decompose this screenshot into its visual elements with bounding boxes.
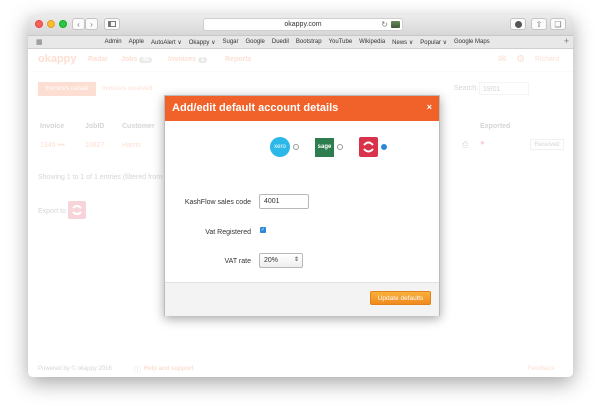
sage-logo-text: sage <box>317 144 332 150</box>
close-window-button[interactable] <box>35 20 43 28</box>
vat-rate-label: VAT rate <box>224 258 251 265</box>
chevron-left-icon: ‹ <box>77 19 80 29</box>
tabs-button[interactable]: ❏ <box>550 18 566 30</box>
forward-button[interactable]: › <box>85 18 98 30</box>
bookmark-item[interactable]: Google Maps <box>454 39 490 45</box>
share-button[interactable]: ⇧ <box>531 18 547 30</box>
downloads-button[interactable] <box>510 18 526 30</box>
kashflow-icon <box>363 141 374 153</box>
page-content: okappy Radar Jobs 46 Invoices 1 Reports … <box>28 49 573 377</box>
bookmark-item[interactable]: YouTube <box>329 39 353 45</box>
sales-code-input[interactable]: 4001 <box>259 194 309 209</box>
update-defaults-button[interactable]: Update defaults <box>370 291 431 305</box>
sage-logo-icon[interactable]: sage <box>315 138 334 157</box>
kashflow-logo-option[interactable] <box>359 137 378 157</box>
bookmarks-grid-icon[interactable]: ▦ <box>36 38 43 46</box>
download-icon <box>514 20 522 28</box>
url-text: okappy.com <box>284 21 322 28</box>
close-icon[interactable]: × <box>427 102 432 112</box>
share-icon: ⇧ <box>535 19 543 29</box>
sales-code-label: KashFlow sales code <box>184 199 251 206</box>
back-button[interactable]: ‹ <box>72 18 85 30</box>
xero-logo-icon[interactable]: xero <box>270 137 290 157</box>
bookmark-item[interactable]: Sugar <box>223 39 239 45</box>
tabs-icon: ❏ <box>554 19 562 29</box>
bookmark-item[interactable]: AutoAlert ∨ <box>151 39 182 46</box>
bookmark-item[interactable]: Popular ∨ <box>420 39 447 46</box>
browser-titlebar: ‹ › okappy.com ↻ ⇧ ❏ <box>28 15 573 36</box>
bookmark-item[interactable]: Apple <box>129 39 144 45</box>
select-arrows-icon: ⇕ <box>293 257 299 263</box>
reload-icon[interactable]: ↻ <box>381 19 388 30</box>
add-tab-icon[interactable]: + <box>564 36 569 46</box>
bookmark-item[interactable]: Bootstrap <box>296 39 322 45</box>
bookmark-item[interactable]: Google <box>246 39 265 45</box>
bookmark-item[interactable]: Duedil <box>272 39 289 45</box>
sage-radio[interactable] <box>337 144 343 150</box>
vat-registered-label: Vat Registered <box>205 229 251 236</box>
sales-code-value: 4001 <box>264 198 280 205</box>
modal-footer: Update defaults <box>165 282 439 316</box>
chevron-right-icon: › <box>90 19 93 29</box>
bookmarks-bar: ▦ Admin Apple AutoAlert ∨ Okappy ∨ Sugar… <box>28 36 573 49</box>
site-thumbnail-icon <box>391 21 400 28</box>
bookmark-item[interactable]: Okappy ∨ <box>189 39 216 46</box>
bookmark-item[interactable]: News ∨ <box>392 39 413 46</box>
vat-rate-value: 20% <box>264 257 279 264</box>
xero-logo-text: xero <box>274 144 286 150</box>
bookmark-item[interactable]: Admin <box>105 39 122 45</box>
minimize-window-button[interactable] <box>47 20 55 28</box>
bookmark-item[interactable]: Wikipedia <box>359 39 385 45</box>
modal-header: Add/edit default account details × <box>165 96 439 121</box>
address-bar[interactable]: okappy.com ↻ <box>203 18 403 31</box>
sidebar-icon <box>108 21 116 27</box>
xero-radio[interactable] <box>293 144 299 150</box>
vat-registered-checkbox[interactable]: ✓ <box>260 227 266 233</box>
browser-window: ‹ › okappy.com ↻ ⇧ ❏ ▦ Admin Apple AutoA… <box>28 15 573 377</box>
modal-title: Add/edit default account details <box>172 102 339 114</box>
sidebar-toggle-button[interactable] <box>104 18 120 30</box>
zoom-window-button[interactable] <box>59 20 67 28</box>
vat-rate-select[interactable]: 20% ⇕ <box>259 253 303 268</box>
account-details-modal: Add/edit default account details × xero … <box>164 95 440 316</box>
kashflow-radio[interactable] <box>381 144 387 150</box>
